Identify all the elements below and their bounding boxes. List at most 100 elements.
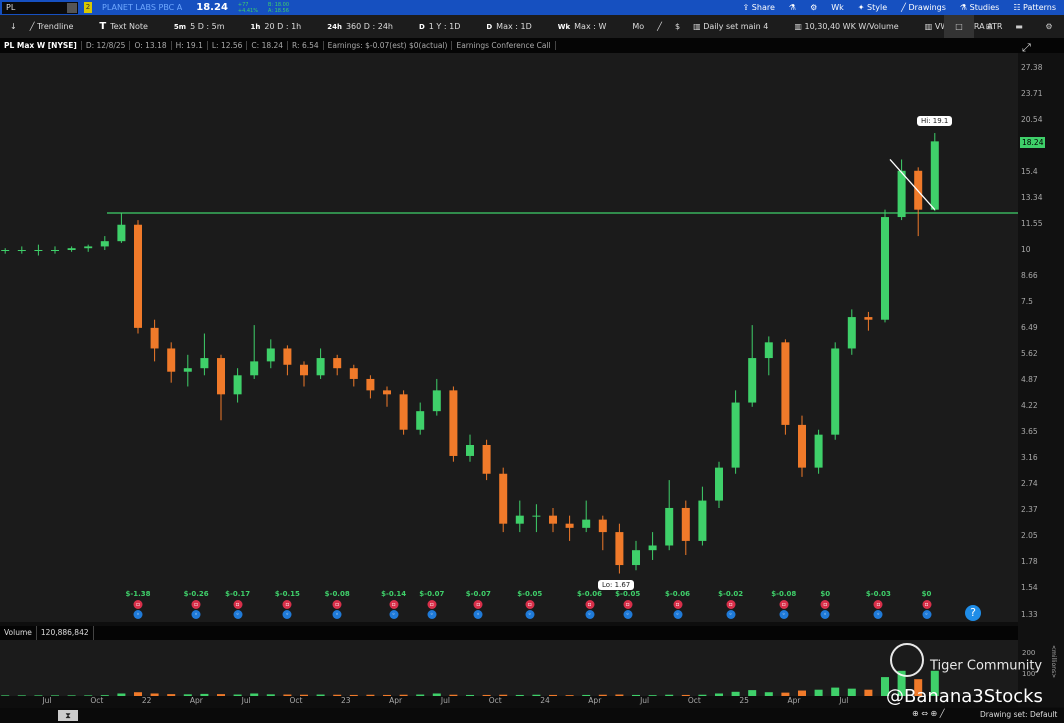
- earnings-icon[interactable]: ▫: [673, 600, 682, 609]
- candle-body: [233, 375, 242, 395]
- symbol-input[interactable]: PL: [2, 1, 78, 14]
- study-set-2[interactable]: ▥ 10,30,40 WK W/Volume: [794, 22, 911, 31]
- earnings-icon[interactable]: ▫: [282, 600, 292, 609]
- grid-layout-icon[interactable]: ⊞: [974, 15, 1004, 38]
- earnings-value: $0: [921, 590, 932, 598]
- flask-icon[interactable]: ⚗: [789, 3, 796, 12]
- time-axis[interactable]: Jul Oct 22 Apr Jul Oct 23 Apr Jul Oct 24 Apr Jul Oct 2…: [0, 696, 1018, 708]
- earnings-icon[interactable]: ▫: [726, 600, 736, 609]
- candle-body: [930, 141, 939, 210]
- dividend-icon[interactable]: ◦: [873, 610, 883, 619]
- time-tick: Jul: [440, 696, 450, 705]
- style-button[interactable]: ✦ Style: [858, 3, 887, 12]
- draw-icon[interactable]: ╱: [657, 22, 662, 31]
- zoom-fit-icon[interactable]: ⤢: [1022, 41, 1031, 55]
- dividend-icon[interactable]: ◦: [389, 610, 399, 619]
- earnings-icon[interactable]: ▫: [233, 600, 243, 609]
- help-button[interactable]: ?: [965, 605, 981, 621]
- dividend-icon[interactable]: ◦: [673, 610, 682, 619]
- price-tick: 13.34: [1021, 192, 1043, 202]
- earnings-icon[interactable]: ▫: [585, 600, 595, 609]
- dividend-icon[interactable]: ◦: [427, 610, 437, 619]
- time-tick: 24: [540, 696, 550, 705]
- earnings-icon[interactable]: ▫: [623, 600, 633, 609]
- pin-icon[interactable]: ↓: [10, 22, 17, 31]
- earnings-value: $-0.02: [718, 590, 744, 598]
- time-tick: 22: [141, 696, 152, 705]
- dividend-icon[interactable]: ◦: [282, 610, 292, 619]
- period-mo[interactable]: Mo: [632, 22, 644, 31]
- candle-body: [449, 390, 458, 456]
- earnings-value: $-0.07: [419, 590, 445, 598]
- period-5d[interactable]: 5m 5 D : 5m: [174, 22, 238, 31]
- studies-button[interactable]: ⚗ Studies: [960, 3, 999, 12]
- high-label: Hi: 19.1: [917, 116, 953, 126]
- link-badge[interactable]: 2: [84, 2, 92, 13]
- dividend-icon[interactable]: ◦: [922, 610, 931, 619]
- time-tick: Oct: [289, 696, 303, 705]
- share-button[interactable]: ⇪ Share: [743, 3, 775, 12]
- drawings-button[interactable]: ╱ Drawings: [901, 3, 946, 12]
- period-label: Max : 1D: [496, 22, 532, 31]
- earnings-icon[interactable]: ▫: [473, 600, 483, 609]
- dividend-icon[interactable]: ◦: [726, 610, 736, 619]
- period-max-1d[interactable]: D Max : 1D: [486, 22, 544, 31]
- price-tick: 7.5: [1021, 297, 1033, 306]
- drawing-set[interactable]: Drawing set: Default: [980, 710, 1057, 719]
- earnings-icon[interactable]: ▫: [191, 600, 201, 609]
- chevron-down-icon[interactable]: [67, 2, 77, 13]
- price-tick: 1.33: [1021, 609, 1038, 619]
- earnings-icon[interactable]: ▫: [525, 600, 535, 609]
- earnings-icon[interactable]: ▫: [922, 600, 931, 609]
- volume-value: 120,886,842: [37, 626, 94, 640]
- period-1y[interactable]: D1 Y : 1D: [419, 22, 473, 31]
- dividend-icon[interactable]: ◦: [585, 610, 595, 619]
- change-pct: +4.41%: [237, 7, 258, 14]
- period-360d[interactable]: 24h 360 D : 24h: [327, 22, 406, 31]
- earnings-icon[interactable]: ▫: [873, 600, 883, 609]
- dividend-icon[interactable]: ◦: [233, 610, 243, 619]
- price-axis[interactable]: ⤢ 27.3823.7120.5417.7815.413.3411.55108.…: [1018, 41, 1064, 707]
- earnings-icon[interactable]: ▫: [389, 600, 399, 609]
- patterns-button[interactable]: ☷ Patterns: [1013, 3, 1056, 12]
- ask: A: 18.56: [267, 7, 289, 14]
- dividend-icon[interactable]: ◦: [525, 610, 535, 619]
- info-range: R: 6.54: [288, 41, 324, 50]
- dividend-icon[interactable]: ◦: [133, 610, 143, 619]
- period-max-w[interactable]: Wk Max : W: [558, 22, 620, 31]
- trendline-tool[interactable]: ╱ Trendline: [30, 22, 87, 31]
- dividend-icon[interactable]: ◦: [191, 610, 201, 619]
- dividend-icon[interactable]: ◦: [779, 610, 789, 619]
- single-layout-icon[interactable]: □: [944, 15, 974, 38]
- candle-body: [432, 390, 441, 412]
- gear-icon[interactable]: ⚙: [810, 3, 817, 12]
- candle-body: [1, 250, 10, 251]
- earnings-value: $-0.03: [865, 590, 891, 598]
- earnings-icon[interactable]: ▫: [332, 600, 342, 609]
- hourglass-icon[interactable]: ⧗: [58, 710, 78, 721]
- earnings-icon[interactable]: ▫: [779, 600, 789, 609]
- earnings-icon[interactable]: ▫: [427, 600, 437, 609]
- toolbar: ↓ ╱ Trendline T Text Note 5m 5 D : 5m 1h 20…: [0, 15, 1064, 38]
- drawings-label: Drawings: [908, 3, 946, 12]
- dividend-icon[interactable]: ◦: [332, 610, 342, 619]
- study-set-1[interactable]: ▥ Daily set main 4: [693, 22, 781, 31]
- candle-body: [300, 364, 308, 376]
- earnings-icon[interactable]: ▫: [133, 600, 143, 609]
- earnings-icon[interactable]: ▫: [820, 600, 830, 609]
- wk-button[interactable]: Wk: [831, 3, 844, 12]
- dividend-icon[interactable]: ◦: [473, 610, 483, 619]
- price-icon[interactable]: $: [675, 22, 680, 31]
- settings-gear-icon[interactable]: ⚙: [1034, 15, 1064, 38]
- dividend-icon[interactable]: ◦: [820, 610, 830, 619]
- text-note-tool[interactable]: T Text Note: [99, 21, 161, 32]
- style-label: Style: [867, 3, 888, 12]
- price-chart[interactable]: [0, 53, 1018, 622]
- volume-bar: [831, 687, 840, 696]
- volume-panel[interactable]: [0, 640, 1018, 696]
- period-20d[interactable]: 1h 20 D : 1h: [251, 22, 315, 31]
- time-tick: Jul: [241, 696, 251, 705]
- panel-icon[interactable]: ▬: [1004, 15, 1034, 38]
- zoom-icons[interactable]: ⊕ ⇔ ⊕ ╱: [912, 709, 945, 718]
- dividend-icon[interactable]: ◦: [623, 610, 633, 619]
